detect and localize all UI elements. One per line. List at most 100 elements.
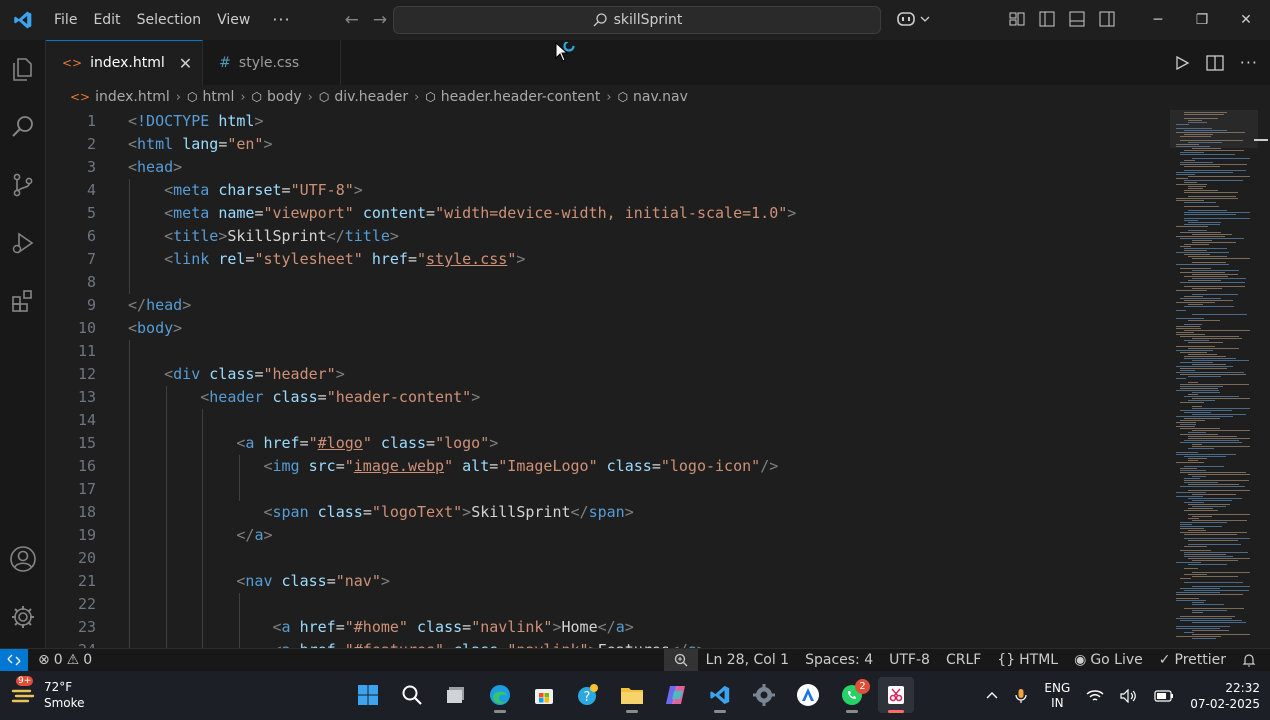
file-explorer-icon[interactable]	[614, 677, 650, 713]
search-view-icon[interactable]	[0, 104, 46, 150]
battery-icon[interactable]	[1146, 689, 1182, 702]
minimap-line	[1176, 226, 1208, 227]
manage-gear-icon[interactable]	[0, 594, 46, 640]
split-editor-icon[interactable]	[1206, 54, 1224, 71]
notifications-bell-icon[interactable]	[1234, 649, 1270, 671]
breadcrumb-item[interactable]: ⬡ div.header	[319, 89, 408, 105]
minimap-line	[1180, 272, 1225, 273]
minimap-line	[1188, 436, 1237, 437]
tab-label: style.css	[238, 54, 300, 71]
zoom-icon[interactable]	[663, 649, 698, 671]
explorer-icon[interactable]	[0, 46, 46, 92]
minimap-line	[1184, 220, 1198, 221]
wifi-icon[interactable]	[1078, 689, 1112, 703]
breadcrumb-label: body	[267, 89, 302, 105]
language-mode[interactable]: {} HTML	[989, 649, 1066, 671]
minimap-line	[1192, 314, 1247, 315]
close-window-icon[interactable]: ✕	[1224, 0, 1268, 40]
breadcrumb-item[interactable]: ⬡ nav.nav	[618, 89, 688, 105]
taskbar-search-icon[interactable]	[394, 677, 430, 713]
system-tray: ENG IN 22:32 07-02-2025	[978, 671, 1270, 720]
breadcrumb-item[interactable]: <> index.html	[70, 89, 170, 105]
cursor-position[interactable]: Ln 28, Col 1	[698, 649, 797, 671]
start-windows-icon[interactable]	[350, 677, 386, 713]
breadcrumb-item[interactable]: ⬡ body	[252, 89, 302, 105]
settings-gear-icon[interactable]	[746, 677, 782, 713]
copilot-button[interactable]	[896, 10, 930, 28]
search-icon	[593, 13, 607, 27]
code-content: <head>	[128, 158, 183, 176]
minimap-line	[1176, 454, 1236, 455]
run-icon[interactable]	[1174, 55, 1190, 71]
go-live-button[interactable]: ◉ Go Live	[1066, 649, 1151, 671]
prettier-button[interactable]: ✓ Prettier	[1151, 649, 1234, 671]
code-content: <meta charset="UTF-8">	[164, 181, 363, 199]
encoding-setting[interactable]: UTF-8	[881, 649, 938, 671]
menu-view[interactable]: View	[209, 6, 258, 34]
minimap[interactable]	[1170, 110, 1270, 648]
edge-browser-icon[interactable]	[482, 677, 518, 713]
forward-arrow-icon[interactable]: →	[373, 10, 387, 30]
minimap-line	[1192, 288, 1222, 289]
vscode-taskbar-icon[interactable]	[702, 677, 738, 713]
input-language-indicator[interactable]: ENG IN	[1036, 681, 1078, 711]
tab-style-css[interactable]: # style.css	[203, 40, 342, 85]
warning-count: 0	[83, 652, 93, 668]
toggle-primary-sidebar-icon[interactable]	[1038, 10, 1056, 28]
minimap-slider[interactable]	[1170, 110, 1258, 148]
customize-layout-icon[interactable]	[1008, 10, 1026, 28]
ai-assistant-icon[interactable]	[790, 677, 826, 713]
whatsapp-icon[interactable]: 2	[834, 677, 870, 713]
show-hidden-icons-chevron-up-icon[interactable]	[978, 690, 1006, 702]
menu-edit[interactable]: Edit	[85, 6, 128, 34]
code-line: 17	[46, 478, 1170, 501]
accounts-icon[interactable]	[0, 536, 46, 582]
minimap-line	[1180, 472, 1246, 473]
breadcrumb-item[interactable]: ⬡ header.header-content	[425, 89, 600, 105]
weather-icon: 9+	[10, 676, 36, 708]
line-number: 13	[77, 388, 96, 406]
run-debug-icon[interactable]	[0, 220, 46, 266]
microphone-icon[interactable]	[1006, 688, 1036, 704]
close-icon[interactable]: ✕	[179, 54, 192, 73]
system-clock[interactable]: 22:32 07-02-2025	[1182, 680, 1270, 712]
minimap-line	[1188, 394, 1198, 395]
minimap-line	[1188, 304, 1203, 305]
volume-icon[interactable]	[1112, 688, 1146, 703]
menu-more-button[interactable]: ···	[258, 6, 304, 34]
scrollbar-marker[interactable]	[1254, 139, 1268, 141]
minimap-line	[1188, 354, 1217, 355]
task-view-icon[interactable]	[438, 677, 474, 713]
more-actions-icon[interactable]: ···	[1240, 53, 1258, 72]
problems-indicator[interactable]: ⊗ 0 ⚠ 0	[38, 652, 92, 668]
weather-widget[interactable]: 9+ 72°F Smoke	[10, 676, 85, 711]
command-center-search[interactable]: skillSprint	[393, 6, 881, 34]
code-editor[interactable]: 1 <!DOCTYPE html> 2 <html lang="en"> 3 <hea…	[46, 110, 1170, 648]
menu-file[interactable]: File	[46, 6, 85, 34]
copilot-app-icon[interactable]	[658, 677, 694, 713]
minimap-line	[1176, 426, 1195, 427]
source-control-icon[interactable]	[0, 162, 46, 208]
minimap-line	[1184, 182, 1197, 183]
minimap-line	[1176, 594, 1243, 595]
minimap-line	[1188, 188, 1203, 189]
snipping-tool-icon[interactable]	[878, 677, 914, 713]
breadcrumb-item[interactable]: ⬡ html	[187, 89, 234, 105]
toggle-panel-icon[interactable]	[1068, 10, 1086, 28]
minimap-line	[1192, 414, 1246, 415]
toggle-secondary-sidebar-icon[interactable]	[1098, 10, 1116, 28]
help-tips-icon[interactable]: ?	[570, 677, 606, 713]
eol-setting[interactable]: CRLF	[938, 649, 989, 671]
menu-selection[interactable]: Selection	[129, 6, 210, 34]
restore-icon[interactable]: ❐	[1180, 0, 1224, 40]
weather-temp: 72°F	[44, 680, 73, 694]
remote-indicator-icon[interactable]	[0, 649, 28, 671]
tab-index-html[interactable]: <> index.html ✕	[46, 40, 204, 85]
extensions-icon[interactable]	[0, 278, 46, 324]
indentation-setting[interactable]: Spaces: 4	[797, 649, 881, 671]
back-arrow-icon[interactable]: ←	[345, 10, 359, 30]
minimize-icon[interactable]: ─	[1136, 0, 1180, 40]
microsoft-store-icon[interactable]	[526, 677, 562, 713]
prettier-label: Prettier	[1174, 652, 1227, 668]
code-line: 5 <meta name="viewport" content="width=d…	[46, 202, 1170, 225]
